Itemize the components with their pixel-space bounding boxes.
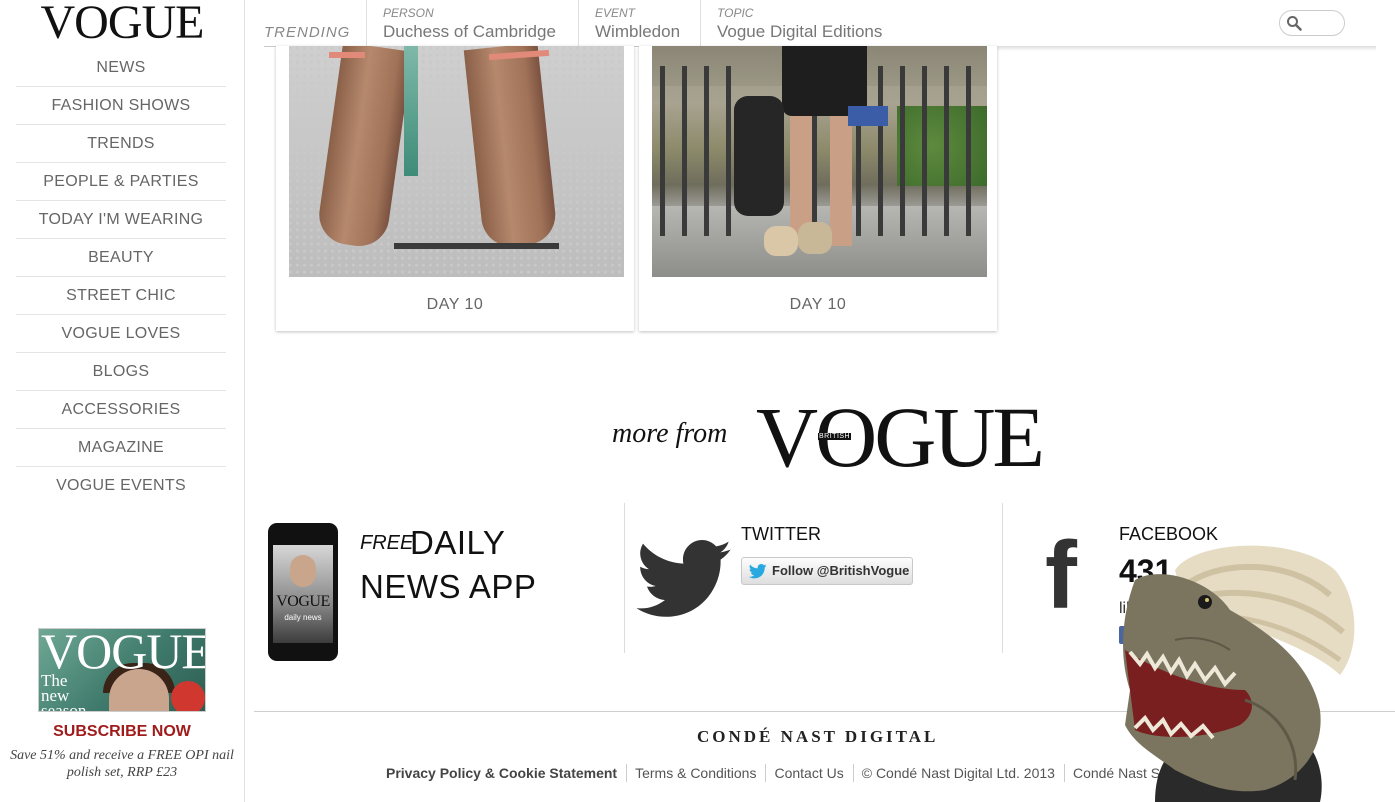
- search-input[interactable]: [1279, 10, 1345, 36]
- app-title[interactable]: NEWS APP: [360, 568, 536, 606]
- conde-nast-digital-logo[interactable]: CONDÉ NAST DIGITAL: [697, 727, 938, 747]
- photo-caption: DAY 10: [789, 296, 847, 313]
- twitter-small-icon: [749, 564, 767, 579]
- nav-item-fashion-shows[interactable]: FASHION SHOWS: [16, 87, 226, 125]
- facebook-icon[interactable]: f: [1045, 528, 1077, 624]
- more-from-label: more from: [612, 418, 728, 449]
- trending-item-event[interactable]: EVENT Wimbledon: [578, 0, 680, 46]
- magazine-cover-image[interactable]: VOGUE The new season: [38, 628, 206, 712]
- nav-item-trends[interactable]: TRENDS: [16, 125, 226, 163]
- trending-item-topic[interactable]: TOPIC Vogue Digital Editions: [700, 0, 882, 46]
- nav-item-magazine[interactable]: MAGAZINE: [16, 429, 226, 467]
- phone-app-image[interactable]: VOGUE daily news: [268, 523, 338, 661]
- footer-link-privacy[interactable]: Privacy Policy & Cookie Statement: [386, 764, 626, 782]
- nav-item-people-parties[interactable]: PEOPLE & PARTIES: [16, 163, 226, 201]
- raptor-in-beanie-image: [1123, 545, 1355, 802]
- british-vogue-logo[interactable]: VOGUE: [756, 392, 1045, 482]
- footer-link-terms[interactable]: Terms & Conditions: [626, 764, 765, 782]
- subscribe-link[interactable]: SUBSCRIBE NOW: [0, 723, 244, 741]
- photo-legs-image[interactable]: [289, 46, 624, 277]
- phone-app-logo: VOGUE: [276, 593, 330, 610]
- subscribe-description: Save 51% and receive a FREE OPI nail pol…: [10, 748, 234, 780]
- twitter-follow-label: Follow @BritishVogue: [772, 563, 910, 578]
- magazine-cover-badge: [171, 681, 205, 711]
- magazine-cover-tagline: The new season: [41, 671, 87, 712]
- phone-app-subtitle: daily news: [284, 613, 322, 622]
- trending-bar: TRENDING PERSON Duchess of Cambridge EVE…: [264, 0, 1375, 47]
- app-daily-label[interactable]: DAILY: [410, 524, 505, 562]
- nav-item-accessories[interactable]: ACCESSORIES: [16, 391, 226, 429]
- photo-card[interactable]: DAY 10: [639, 46, 997, 331]
- nav-item-blogs[interactable]: BLOGS: [16, 353, 226, 391]
- nav-item-today-im-wearing[interactable]: TODAY I'M WEARING: [16, 201, 226, 239]
- main-nav: NEWS FASHION SHOWS TRENDS PEOPLE & PARTI…: [16, 49, 226, 504]
- british-edition-label: BRITISH: [818, 433, 852, 440]
- nav-item-beauty[interactable]: BEAUTY: [16, 239, 226, 277]
- vogue-logo[interactable]: VOGUE: [0, 0, 244, 48]
- nav-item-vogue-events[interactable]: VOGUE EVENTS: [16, 467, 226, 504]
- footer-links: Privacy Policy & Cookie Statement Terms &…: [386, 764, 1191, 782]
- app-free-label: FREE: [360, 532, 414, 554]
- search-icon: [1287, 16, 1302, 31]
- nav-item-vogue-loves[interactable]: VOGUE LOVES: [16, 315, 226, 353]
- photo-card[interactable]: DAY 10: [276, 46, 634, 331]
- twitter-follow-button[interactable]: Follow @BritishVogue: [741, 557, 913, 585]
- trending-item-person[interactable]: PERSON Duchess of Cambridge: [366, 0, 556, 46]
- footer-link-contact[interactable]: Contact Us: [765, 764, 852, 782]
- twitter-bird-icon[interactable]: [637, 540, 733, 620]
- photo-street-image[interactable]: [652, 46, 987, 277]
- nav-item-news[interactable]: NEWS: [16, 49, 226, 87]
- twitter-label: TWITTER: [741, 524, 821, 544]
- footer-copyright: © Condé Nast Digital Ltd. 2013: [852, 764, 1064, 782]
- column-divider: [624, 503, 625, 653]
- column-divider: [1002, 503, 1003, 653]
- photo-caption: DAY 10: [426, 296, 484, 313]
- nav-item-street-chic[interactable]: STREET CHIC: [16, 277, 226, 315]
- left-sidebar: VOGUE NEWS FASHION SHOWS TRENDS PEOPLE &…: [0, 0, 245, 802]
- trending-label: TRENDING: [264, 24, 351, 41]
